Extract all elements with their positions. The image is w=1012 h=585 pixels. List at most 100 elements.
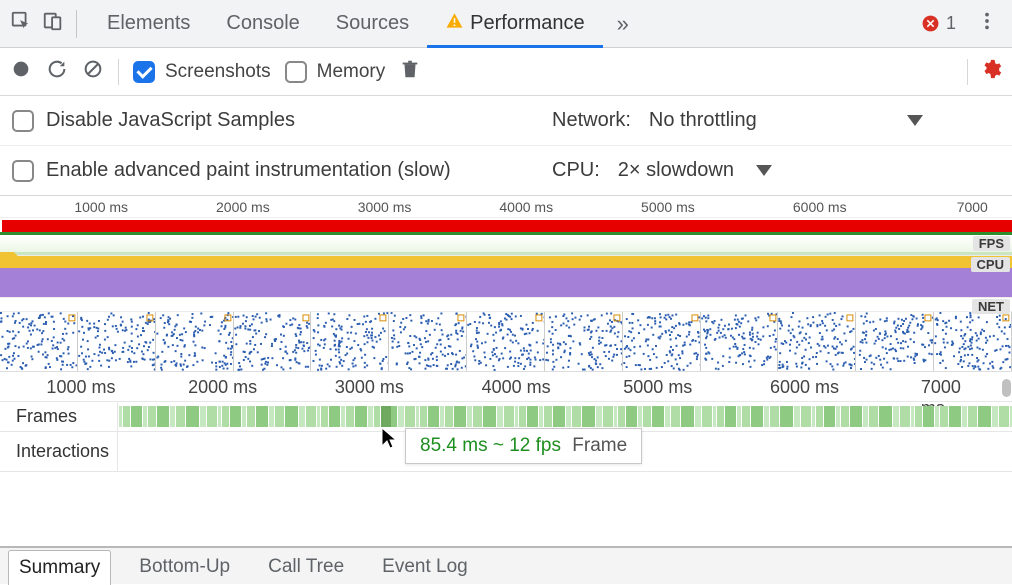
- tab-performance[interactable]: Performance: [427, 0, 603, 47]
- frame-segment[interactable]: [185, 406, 199, 427]
- clear-icon[interactable]: [82, 58, 104, 85]
- frame-segment[interactable]: [779, 406, 793, 427]
- filmstrip-thumb[interactable]: [0, 312, 78, 371]
- frame-segment[interactable]: [716, 406, 724, 427]
- frame-segment[interactable]: [998, 406, 1009, 427]
- filmstrip-thumb[interactable]: [233, 312, 312, 371]
- tab-sources[interactable]: Sources: [318, 0, 427, 47]
- frame-segment[interactable]: [444, 406, 453, 427]
- overview-pane[interactable]: 1000 ms 2000 ms 3000 ms 4000 ms 5000 ms …: [0, 196, 1012, 312]
- frame-segment[interactable]: [977, 406, 991, 427]
- frame-segment[interactable]: [320, 406, 328, 427]
- frame-segment[interactable]: [581, 406, 595, 427]
- record-icon[interactable]: [10, 58, 32, 85]
- filmstrip-thumb[interactable]: [933, 312, 1012, 371]
- frame-segment[interactable]: [602, 406, 613, 427]
- frame-segment[interactable]: [914, 406, 922, 427]
- frame-segment[interactable]: [345, 406, 354, 427]
- frame-segment[interactable]: [472, 406, 482, 427]
- frame-segment[interactable]: [284, 406, 298, 427]
- filmstrip-thumb[interactable]: [466, 312, 545, 371]
- device-toolbar-icon[interactable]: [42, 10, 64, 37]
- frame-segment[interactable]: [595, 406, 602, 427]
- frame-segment[interactable]: [651, 406, 664, 427]
- filmstrip-thumb[interactable]: [777, 312, 856, 371]
- frame-segment[interactable]: [206, 406, 217, 427]
- frame-segment[interactable]: [922, 406, 934, 427]
- tab-call-tree[interactable]: Call Tree: [258, 550, 354, 584]
- frame-segment[interactable]: [948, 406, 961, 427]
- frame-segment[interactable]: [939, 406, 948, 427]
- frame-segment[interactable]: [793, 406, 800, 427]
- frame-segment[interactable]: [552, 406, 565, 427]
- frame-segment[interactable]: [800, 406, 811, 427]
- frame-segment[interactable]: [518, 406, 526, 427]
- frame-segment[interactable]: [298, 406, 305, 427]
- filmstrip-thumb[interactable]: [310, 312, 389, 371]
- frame-segment[interactable]: [156, 406, 169, 427]
- filmstrip-thumb[interactable]: [544, 312, 623, 371]
- frame-segment[interactable]: [246, 406, 255, 427]
- error-badge[interactable]: 1: [921, 13, 956, 34]
- frame-segment[interactable]: [892, 406, 899, 427]
- frame-segment[interactable]: [642, 406, 651, 427]
- memory-toggle[interactable]: Memory: [285, 61, 386, 83]
- frame-segment[interactable]: [130, 406, 142, 427]
- frame-segment[interactable]: [878, 406, 892, 427]
- frame-segment[interactable]: [397, 406, 404, 427]
- frame-segment[interactable]: [868, 406, 878, 427]
- frame-segment[interactable]: [899, 406, 910, 427]
- frame-segment[interactable]: [526, 406, 538, 427]
- frame-segment[interactable]: [967, 406, 977, 427]
- frame-segment[interactable]: [274, 406, 284, 427]
- frame-segment[interactable]: [849, 406, 862, 427]
- frame-segment[interactable]: [328, 406, 340, 427]
- kebab-menu-icon[interactable]: [970, 10, 1004, 37]
- frame-segment[interactable]: [199, 406, 206, 427]
- frame-segment[interactable]: [680, 406, 694, 427]
- checkbox-icon[interactable]: [12, 110, 34, 132]
- tab-event-log[interactable]: Event Log: [372, 550, 478, 584]
- frame-segment[interactable]: [229, 406, 241, 427]
- frame-segment[interactable]: [769, 406, 779, 427]
- frame-segment[interactable]: [221, 406, 229, 427]
- frame-segment[interactable]: [453, 406, 466, 427]
- filmstrip-thumb[interactable]: [77, 312, 156, 371]
- frame-segment[interactable]: [503, 406, 514, 427]
- interactions-lane[interactable]: Interactions 85.4 ms ~ 12 fps Frame: [0, 432, 1012, 472]
- filmstrip-thumb[interactable]: [700, 312, 779, 371]
- inspect-element-icon[interactable]: [10, 10, 32, 37]
- tab-bottom-up[interactable]: Bottom-Up: [129, 550, 240, 584]
- frame-segment[interactable]: [175, 406, 185, 427]
- frame-segment[interactable]: [823, 406, 835, 427]
- frame-segment[interactable]: [354, 406, 367, 427]
- frame-segment[interactable]: [427, 406, 439, 427]
- cpu-throttle-dropdown[interactable]: 2× slowdown: [618, 159, 772, 182]
- frame-segment[interactable]: [741, 406, 750, 427]
- screenshots-toggle[interactable]: Screenshots: [133, 61, 271, 83]
- frame-segment[interactable]: [404, 406, 415, 427]
- network-throttle-dropdown[interactable]: No throttling: [649, 109, 923, 132]
- frame-segment[interactable]: [255, 406, 268, 427]
- filmstrip-thumb[interactable]: [622, 312, 701, 371]
- tab-elements[interactable]: Elements: [89, 0, 208, 47]
- filmstrip-thumb[interactable]: [155, 312, 234, 371]
- frame-segment[interactable]: [482, 406, 496, 427]
- frame-segment[interactable]: [991, 406, 998, 427]
- frame-segment[interactable]: [496, 406, 503, 427]
- frame-segment[interactable]: [670, 406, 680, 427]
- frame-segment[interactable]: [750, 406, 763, 427]
- tab-console[interactable]: Console: [208, 0, 317, 47]
- frame-segment[interactable]: [543, 406, 552, 427]
- settings-gear-icon[interactable]: [980, 58, 1002, 85]
- frame-segment[interactable]: [840, 406, 849, 427]
- frame-segment[interactable]: [694, 406, 701, 427]
- filmstrip-thumb[interactable]: [855, 312, 934, 371]
- frame-segment[interactable]: [625, 406, 637, 427]
- filmstrip-thumb[interactable]: [388, 312, 467, 371]
- trash-icon[interactable]: [399, 58, 421, 85]
- checkbox-icon[interactable]: [12, 160, 34, 182]
- frame-segment[interactable]: [617, 406, 625, 427]
- frame-segment[interactable]: [305, 406, 316, 427]
- frame-segment[interactable]: [701, 406, 712, 427]
